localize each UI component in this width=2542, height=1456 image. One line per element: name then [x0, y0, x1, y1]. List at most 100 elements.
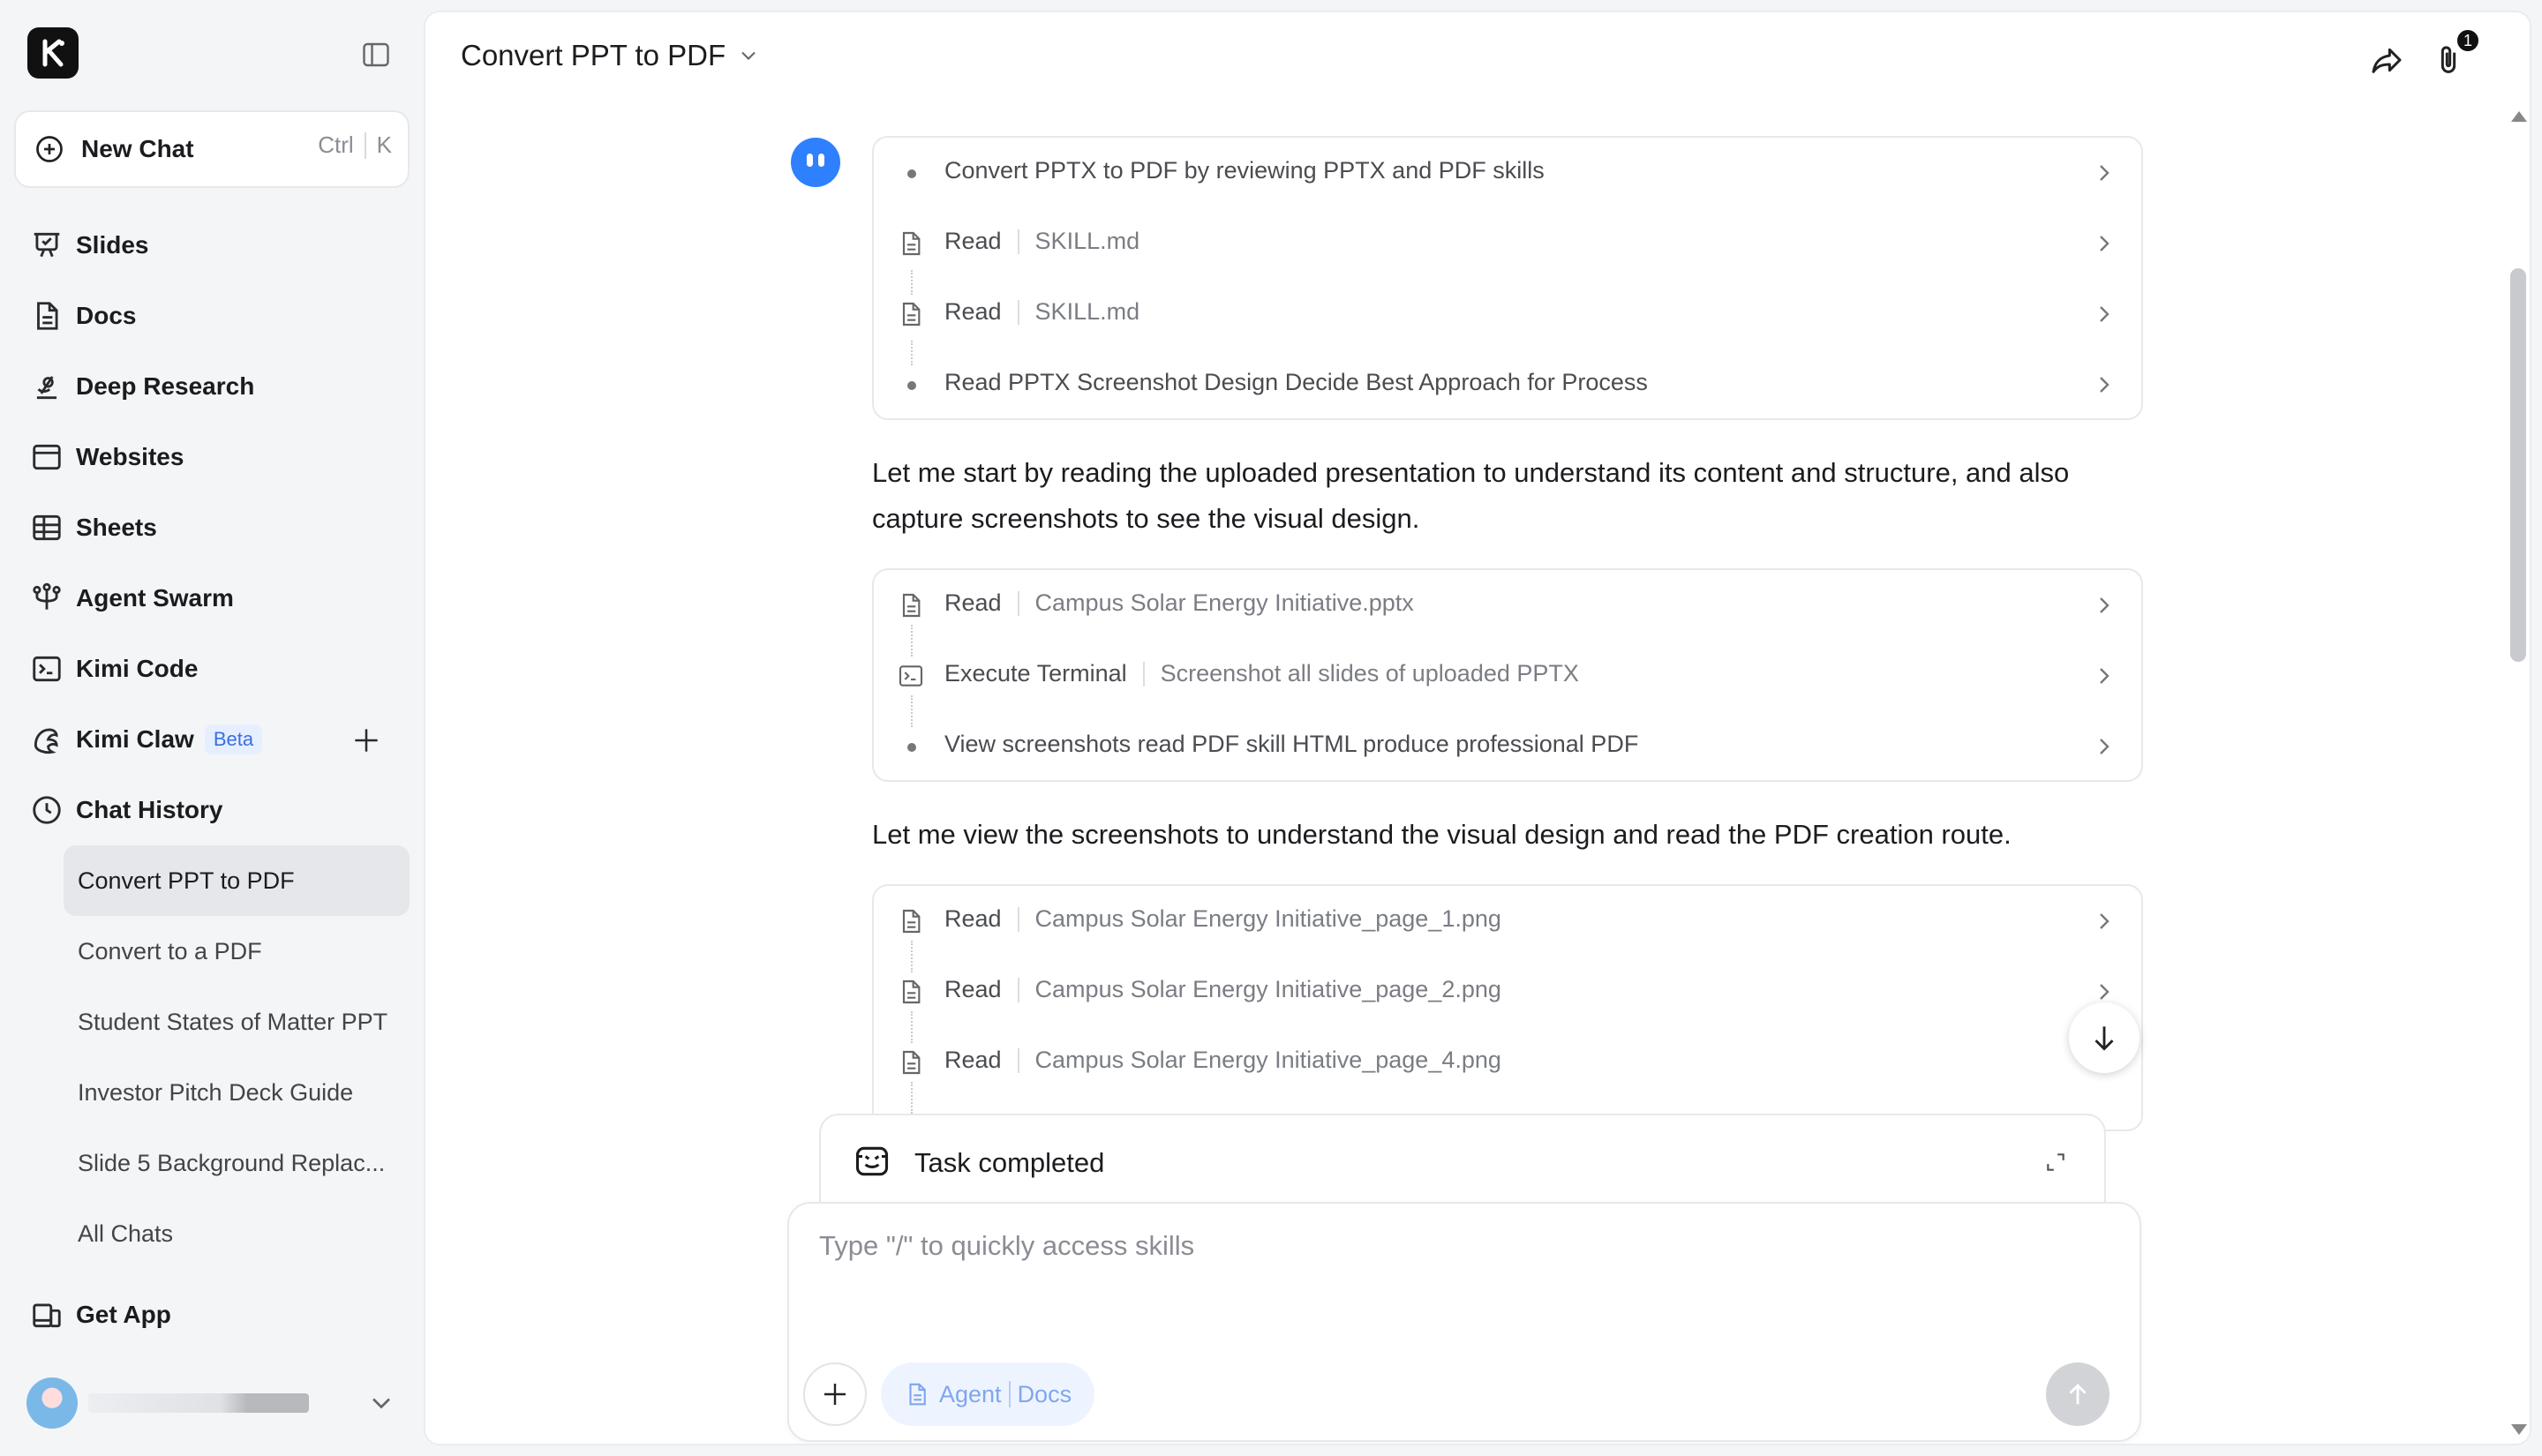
plus-circle-icon — [34, 133, 65, 165]
step-detail: Campus Solar Energy Initiative_page_2.pn… — [1034, 976, 1501, 1002]
agent-swarm-icon — [30, 582, 64, 615]
tool-step[interactable]: Convert PPTX to PDF by reviewing PPTX an… — [874, 138, 2141, 208]
step-action: Read — [944, 298, 1002, 325]
chevron-right-icon — [2090, 662, 2118, 690]
assistant-message: Let me view the screenshots to understan… — [872, 819, 2012, 850]
add-attachment-button[interactable] — [803, 1362, 867, 1426]
tool-step[interactable]: View screenshots read PDF skill HTML pro… — [874, 711, 2141, 780]
history-item[interactable]: Investor Pitch Deck Guide — [64, 1057, 410, 1128]
step-separator — [1017, 590, 1019, 616]
step-action: Convert PPTX to PDF by reviewing PPTX an… — [944, 157, 1545, 184]
file-icon — [897, 1048, 925, 1077]
get-app-button[interactable]: Get App — [14, 1280, 410, 1350]
sidebar-item-sheets[interactable]: Sheets — [14, 492, 410, 563]
sidebar-item-label: Chat History — [76, 796, 223, 823]
share-icon[interactable] — [2369, 42, 2404, 78]
sidebar-item-kimi-claw[interactable]: Kimi Claw Beta — [14, 704, 410, 775]
chevron-down-icon — [736, 43, 761, 68]
tool-step[interactable]: Read Campus Solar Energy Initiative_page_… — [874, 1027, 2141, 1098]
user-menu[interactable] — [26, 1377, 397, 1430]
tool-steps-card: Read Campus Solar Energy Initiative_page_… — [872, 884, 2143, 1131]
add-claw-icon[interactable] — [350, 724, 383, 757]
get-app-label: Get App — [76, 1301, 171, 1328]
scroll-down-arrow[interactable] — [2511, 1424, 2527, 1435]
tool-step[interactable]: Read SKILL.md — [874, 208, 2141, 279]
beta-badge: Beta — [204, 724, 263, 754]
clock-icon — [30, 793, 64, 827]
step-dot — [907, 743, 916, 752]
file-icon — [897, 229, 925, 258]
tool-step[interactable]: Read SKILL.md — [874, 279, 2141, 349]
chevron-right-icon — [2090, 229, 2118, 258]
history-item[interactable]: Slide 5 Background Replac... — [64, 1128, 410, 1198]
sidebar-toggle-icon[interactable] — [360, 39, 392, 71]
sidebar-item-docs[interactable]: Docs — [14, 281, 410, 351]
device-icon — [30, 1298, 64, 1332]
agent-mode-chip[interactable]: Agent Docs — [881, 1362, 1095, 1426]
new-chat-button[interactable]: New Chat Ctrl K — [14, 110, 410, 188]
sidebar: New Chat Ctrl K Slides Docs Deep Researc… — [0, 0, 424, 1456]
send-button[interactable] — [2046, 1362, 2110, 1426]
chevron-down-icon[interactable] — [365, 1387, 397, 1419]
history-item[interactable]: Convert PPT to PDF — [64, 845, 410, 916]
tool-step[interactable]: Read Campus Solar Energy Initiative_page_… — [874, 957, 2141, 1027]
step-separator — [1017, 1047, 1019, 1073]
sidebar-item-label: Slides — [76, 231, 149, 259]
sidebar-item-deep-research[interactable]: Deep Research — [14, 351, 410, 422]
tool-step[interactable]: Execute Terminal Screenshot all slides of… — [874, 641, 2141, 711]
scrollbar-thumb[interactable] — [2510, 268, 2526, 662]
step-action: Read — [944, 228, 1002, 254]
file-icon — [897, 978, 925, 1006]
tool-step[interactable]: Read PPTX Screenshot Design Decide Best … — [874, 349, 2141, 418]
shortcut-key: K — [376, 131, 392, 158]
sidebar-item-slides[interactable]: Slides — [14, 210, 410, 281]
message-input[interactable]: Type "/" to quickly access skills — [819, 1230, 1194, 1262]
deep-research-icon — [30, 370, 64, 403]
step-action: Read PPTX Screenshot Design Decide Best … — [944, 369, 1648, 395]
step-separator — [1017, 906, 1019, 932]
step-separator — [1017, 977, 1019, 1002]
agent-avatar — [791, 138, 840, 187]
step-separator — [1017, 229, 1019, 254]
sidebar-item-websites[interactable]: Websites — [14, 422, 410, 492]
step-dot — [907, 381, 916, 390]
tool-step[interactable]: Read Campus Solar Energy Initiative.pptx — [874, 570, 2141, 641]
chevron-right-icon — [2090, 591, 2118, 619]
step-detail: Campus Solar Energy Initiative.pptx — [1034, 589, 1414, 616]
message-composer: Type "/" to quickly access skills Agent … — [787, 1202, 2141, 1442]
sidebar-item-label: Kimi Code — [76, 655, 199, 682]
user-name-redacted — [88, 1393, 309, 1413]
sidebar-item-agent-swarm[interactable]: Agent Swarm — [14, 563, 410, 634]
shortcut-separator — [364, 131, 366, 159]
tool-steps-card: Convert PPTX to PDF by reviewing PPTX an… — [872, 136, 2143, 420]
slides-icon — [30, 229, 64, 262]
scroll-to-bottom-button[interactable] — [2069, 1002, 2140, 1073]
docs-icon — [904, 1381, 930, 1407]
chevron-right-icon — [2090, 371, 2118, 399]
docs-icon — [30, 299, 64, 333]
assistant-message: Let me start by reading the uploaded pre… — [872, 457, 2070, 534]
history-item[interactable]: Student States of Matter PPT — [64, 987, 410, 1057]
all-chats-link[interactable]: All Chats — [64, 1198, 410, 1269]
expand-icon[interactable] — [2044, 1151, 2067, 1174]
history-item[interactable]: Convert to a PDF — [64, 916, 410, 987]
scroll-up-arrow[interactable] — [2511, 111, 2527, 122]
task-status-bar[interactable]: Task completed — [819, 1114, 2106, 1211]
sidebar-item-label: Docs — [76, 302, 137, 329]
tool-step[interactable]: Read Campus Solar Energy Initiative_page_… — [874, 886, 2141, 957]
file-icon — [897, 591, 925, 619]
sidebar-item-chat-history[interactable]: Chat History — [14, 775, 410, 845]
chevron-right-icon — [2090, 732, 2118, 761]
chat-title-dropdown[interactable]: Convert PPT to PDF — [461, 39, 761, 72]
step-action: Read — [944, 1047, 1002, 1073]
sidebar-item-kimi-code[interactable]: Kimi Code — [14, 634, 410, 704]
step-detail: SKILL.md — [1034, 298, 1140, 325]
avatar — [26, 1377, 78, 1429]
plus-icon — [819, 1378, 851, 1410]
chevron-right-icon — [2090, 300, 2118, 328]
file-icon — [897, 907, 925, 935]
kimi-logo[interactable] — [27, 27, 79, 79]
step-separator — [1142, 661, 1145, 687]
arrow-up-icon — [2063, 1379, 2093, 1409]
sidebar-item-label: Agent Swarm — [76, 584, 234, 612]
